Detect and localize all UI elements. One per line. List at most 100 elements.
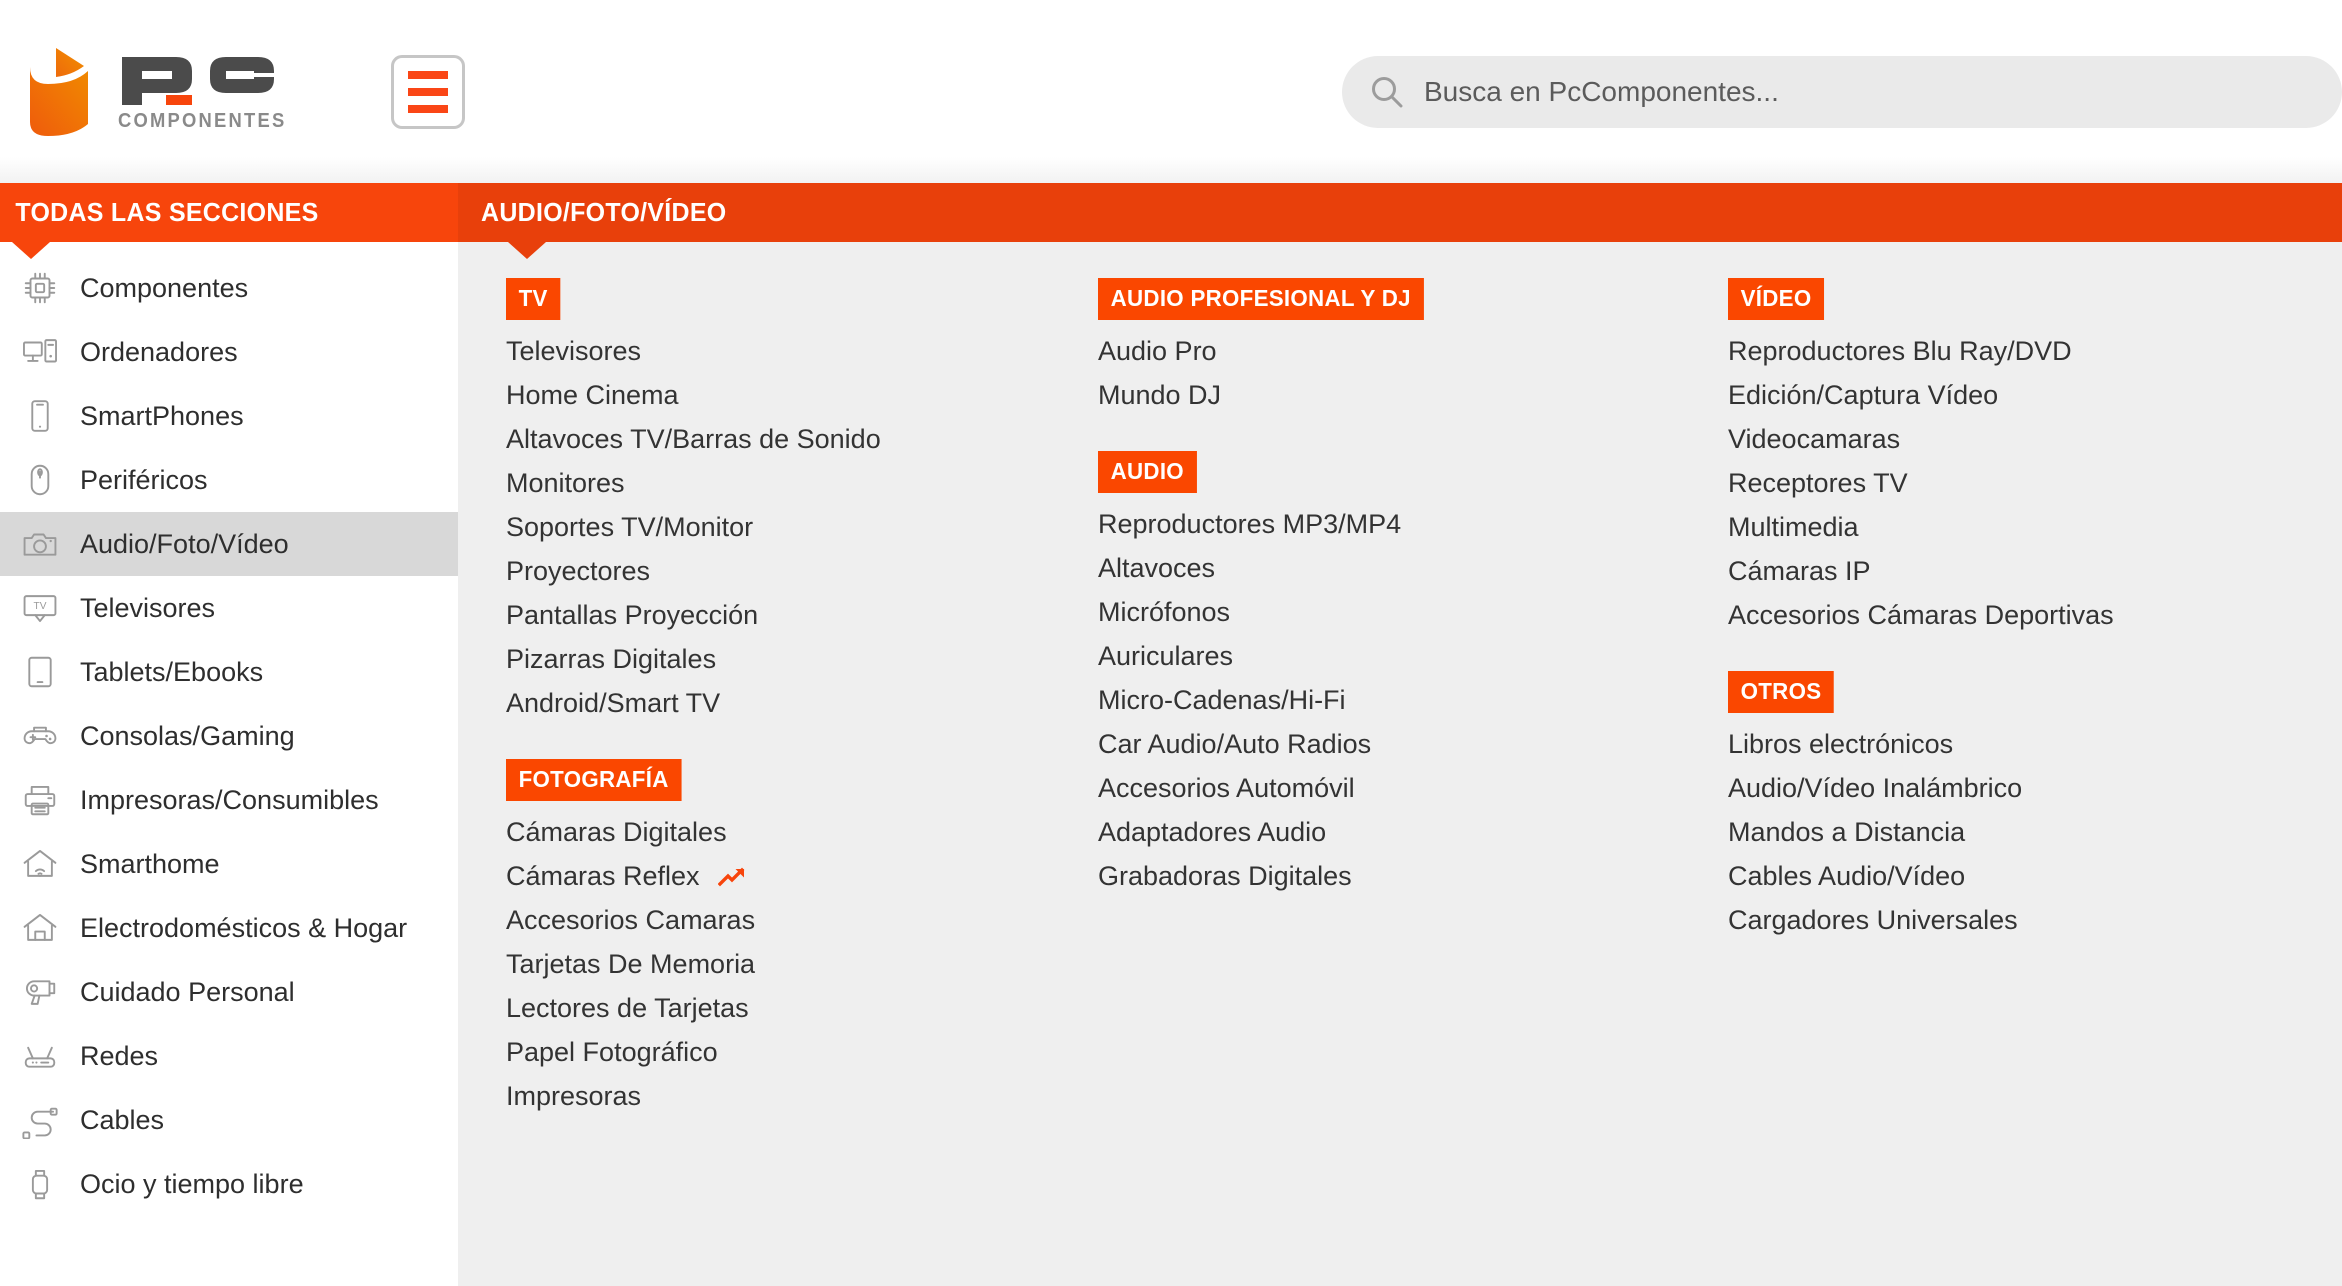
menu-link[interactable]: Cámaras Reflex — [506, 854, 1088, 898]
sidebar-item-label: Electrodomésticos & Hogar — [80, 912, 408, 943]
menu-link-label: Televisores — [506, 335, 642, 366]
sidebar-item-audio-foto-v-deo[interactable]: Audio/Foto/Vídeo — [0, 512, 458, 576]
menu-link-label: Cargadores Universales — [1728, 904, 2018, 935]
menu-link-label: Grabadoras Digitales — [1098, 860, 1352, 891]
sidebar-item-label: Impresoras/Consumibles — [80, 784, 379, 815]
menu-link[interactable]: Lectores de Tarjetas — [506, 986, 1088, 1030]
menu-link[interactable]: Cámaras Digitales — [506, 810, 1088, 854]
menu-link-label: Audio Pro — [1098, 335, 1217, 366]
menu-link[interactable]: Cables Audio/Vídeo — [1728, 854, 2342, 898]
sidebar-item-perif-ricos[interactable]: Periféricos — [0, 448, 458, 512]
sidebar-item-tablets-ebooks[interactable]: Tablets/Ebooks — [0, 640, 458, 704]
sidebar-item-smartphones[interactable]: SmartPhones — [0, 384, 458, 448]
sidebar-item-electrodom-sticos-hogar[interactable]: Electrodomésticos & Hogar — [0, 896, 458, 960]
menu-link[interactable]: Home Cinema — [506, 373, 1088, 417]
menu-link-label: Cables Audio/Vídeo — [1728, 860, 1966, 891]
menu-link-label: Cámaras Digitales — [506, 816, 727, 847]
menu-link[interactable]: Receptores TV — [1728, 461, 2342, 505]
menu-group-title[interactable]: AUDIO PROFESIONAL Y DJ — [1098, 278, 1424, 320]
sidebar-item-consolas-gaming[interactable]: Consolas/Gaming — [0, 704, 458, 768]
sidebar-item-smarthome[interactable]: Smarthome — [0, 832, 458, 896]
menu-link-label: Altavoces TV/Barras de Sonido — [506, 423, 881, 454]
sidebar-item-televisores[interactable]: TV Televisores — [0, 576, 458, 640]
panel-nav-title: AUDIO/FOTO/VÍDEO — [481, 197, 727, 227]
brand-logo[interactable]: COMPONENTES — [26, 44, 301, 139]
menu-link-label: Accesorios Automóvil — [1098, 772, 1355, 803]
menu-link[interactable]: Monitores — [506, 461, 1088, 505]
sidebar-item-impresoras-consumibles[interactable]: Impresoras/Consumibles — [0, 768, 458, 832]
menu-link[interactable]: Soportes TV/Monitor — [506, 505, 1088, 549]
search-placeholder: Busca en PcComponentes... — [1424, 75, 1779, 107]
menu-link[interactable]: Accesorios Cámaras Deportivas — [1728, 593, 2342, 637]
menu-link-list: Libros electrónicos Audio/Vídeo Inalámbri… — [1728, 722, 2342, 942]
menu-link[interactable]: Android/Smart TV — [506, 681, 1088, 725]
menu-link[interactable]: Grabadoras Digitales — [1098, 854, 1718, 898]
menu-link[interactable]: Cargadores Universales — [1728, 898, 2342, 942]
menu-link[interactable]: Papel Fotográfico — [506, 1030, 1088, 1074]
sidebar-item-cuidado-personal[interactable]: Cuidado Personal — [0, 960, 458, 1024]
menu-link[interactable]: Micro-Cadenas/Hi-Fi — [1098, 678, 1718, 722]
sidebar-nav-header[interactable]: TODAS LAS SECCIONES — [0, 183, 458, 259]
menu-link[interactable]: Accesorios Automóvil — [1098, 766, 1718, 810]
menu-link-label: Micrófonos — [1098, 596, 1231, 627]
menu-link[interactable]: Cámaras IP — [1728, 549, 2342, 593]
panel-nav-header[interactable]: AUDIO/FOTO/VÍDEO — [458, 183, 2342, 259]
router-icon — [20, 1036, 60, 1076]
menu-group: AUDIO PROFESIONAL Y DJ Audio Pro Mundo DJ — [1098, 278, 1718, 417]
menu-link[interactable]: Tarjetas De Memoria — [506, 942, 1088, 986]
search-input[interactable]: Busca en PcComponentes... — [1342, 55, 2342, 128]
menu-link-label: Soportes TV/Monitor — [506, 511, 754, 542]
menu-link[interactable]: Libros electrónicos — [1728, 722, 2342, 766]
menu-link-label: Micro-Cadenas/Hi-Fi — [1098, 684, 1346, 715]
sidebar-item-label: Cables — [80, 1104, 165, 1135]
menu-link[interactable]: Mandos a Distancia — [1728, 810, 2342, 854]
menu-link-list: Audio Pro Mundo DJ — [1098, 329, 1718, 417]
menu-link[interactable]: Altavoces TV/Barras de Sonido — [506, 417, 1088, 461]
sidebar-item-cables[interactable]: Cables — [0, 1088, 458, 1152]
menu-link[interactable]: Reproductores MP3/MP4 — [1098, 502, 1718, 546]
menu-link[interactable]: Micrófonos — [1098, 590, 1718, 634]
menu-link[interactable]: Televisores — [506, 329, 1088, 373]
menu-group-title[interactable]: OTROS — [1728, 671, 1835, 713]
sidebar-item-ordenadores[interactable]: Ordenadores — [0, 320, 458, 384]
menu-link[interactable]: Pantallas Proyección — [506, 593, 1088, 637]
menu-link[interactable]: Reproductores Blu Ray/DVD — [1728, 329, 2342, 373]
menu-link[interactable]: Accesorios Camaras — [506, 898, 1088, 942]
menu-link-label: Car Audio/Auto Radios — [1098, 728, 1372, 759]
menu-link[interactable]: Edición/Captura Vídeo — [1728, 373, 2342, 417]
menu-link[interactable]: Videocamaras — [1728, 417, 2342, 461]
menu-link-list: Reproductores MP3/MP4 Altavoces Micrófonos… — [1098, 502, 1718, 898]
menu-link[interactable]: Impresoras — [506, 1074, 1088, 1118]
menu-link[interactable]: Mundo DJ — [1098, 373, 1718, 417]
sidebar-item-label: Consolas/Gaming — [80, 720, 295, 751]
menu-link[interactable]: Proyectores — [506, 549, 1088, 593]
sidebar-item-redes[interactable]: Redes — [0, 1024, 458, 1088]
menu-link[interactable]: Pizarras Digitales — [506, 637, 1088, 681]
menu-group-title[interactable]: TV — [506, 278, 561, 320]
menu-link-label: Android/Smart TV — [506, 687, 721, 718]
search-icon — [1372, 76, 1403, 107]
menu-link-label: Adaptadores Audio — [1098, 816, 1327, 847]
menu-group-title[interactable]: AUDIO — [1098, 451, 1197, 493]
menu-link-label: Reproductores MP3/MP4 — [1098, 508, 1402, 539]
hamburger-menu-icon[interactable] — [391, 54, 466, 129]
menu-link[interactable]: Audio/Vídeo Inalámbrico — [1728, 766, 2342, 810]
menu-link-label: Reproductores Blu Ray/DVD — [1728, 335, 2072, 366]
menu-group-title[interactable]: FOTOGRAFÍA — [506, 759, 682, 801]
menu-group-title[interactable]: VÍDEO — [1728, 278, 1825, 320]
menu-link[interactable]: Car Audio/Auto Radios — [1098, 722, 1718, 766]
menu-link-label: Accesorios Camaras — [506, 904, 756, 935]
menu-link[interactable]: Adaptadores Audio — [1098, 810, 1718, 854]
trending-up-icon — [700, 865, 748, 887]
menu-link[interactable]: Altavoces — [1098, 546, 1718, 590]
menu-link[interactable]: Auriculares — [1098, 634, 1718, 678]
menu-link[interactable]: Audio Pro — [1098, 329, 1718, 373]
menu-link-label: Altavoces — [1098, 552, 1216, 583]
sidebar-item-componentes[interactable]: Componentes — [0, 256, 458, 320]
menu-link-label: Multimedia — [1728, 511, 1859, 542]
sidebar-item-label: Periféricos — [80, 464, 208, 495]
sidebar: Componentes Ordenadores SmartPhones Perifér… — [0, 242, 458, 1286]
menu-link[interactable]: Multimedia — [1728, 505, 2342, 549]
sidebar-item-ocio-y-tiempo-libre[interactable]: Ocio y tiempo libre — [0, 1152, 458, 1216]
menu-link-list: Televisores Home Cinema Altavoces TV/Barra… — [506, 329, 1088, 725]
